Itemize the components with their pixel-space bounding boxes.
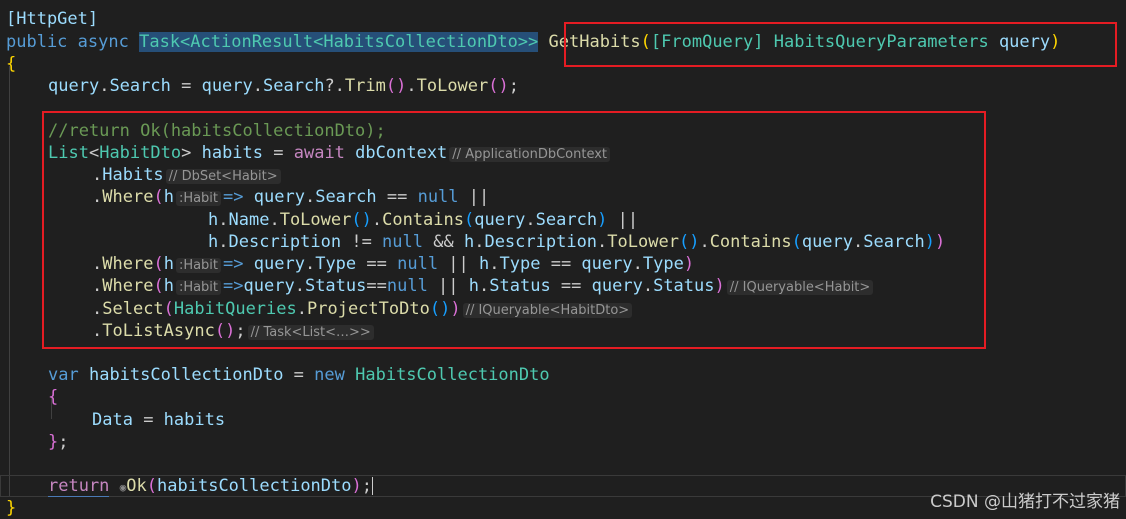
watermark: CSDN @山猪打不过家猪 — [930, 492, 1120, 512]
code-line-object-open[interactable]: { — [48, 386, 58, 408]
code-editor[interactable]: { "editor": { "attribute": "[HttpGet]", … — [0, 0, 1126, 518]
code-line-search[interactable]: query.Search = query.Search?.Trim().ToLo… — [48, 75, 519, 97]
code-line-attribute[interactable]: [HttpGet] — [6, 8, 98, 30]
async-keyword: async — [77, 32, 129, 52]
code-line-return[interactable]: return ◉Ok(habitsCollectionDto); — [48, 475, 373, 497]
code-line-close-brace[interactable]: } — [6, 497, 16, 519]
return-type-selected: Task<ActionResult<HabitsCollectionDto>> — [139, 32, 539, 52]
attribute-token: [HttpGet] — [6, 9, 99, 29]
code-line-collection-dto[interactable]: var habitsCollectionDto = new HabitsColl… — [48, 364, 550, 386]
annotation-box-signature — [564, 22, 1117, 67]
annotation-box-query — [42, 111, 986, 349]
indent-guide — [9, 66, 10, 496]
code-line-object-close[interactable]: }; — [48, 431, 69, 453]
code-line-open-brace[interactable]: { — [6, 53, 16, 75]
public-keyword: public — [6, 32, 68, 52]
text-cursor — [372, 477, 373, 495]
code-line-data-assign[interactable]: Data = habits — [92, 409, 225, 431]
